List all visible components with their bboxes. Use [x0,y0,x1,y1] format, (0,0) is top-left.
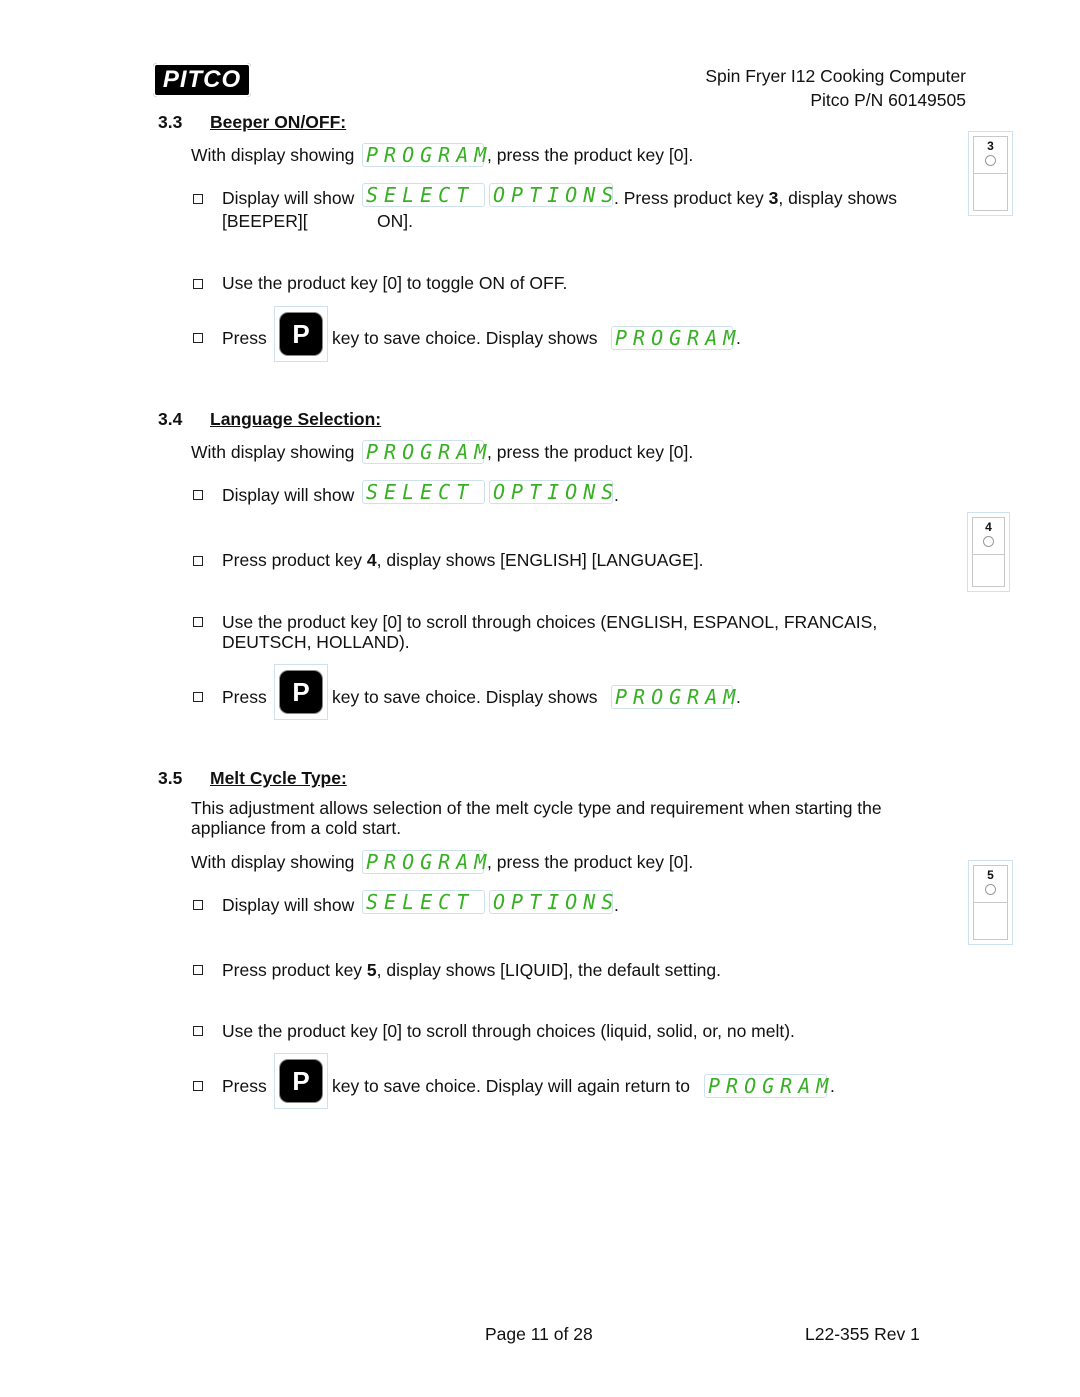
period: . [830,1076,835,1096]
beeper-value: ON]. [377,211,413,231]
lcd-display-select: SELECT [362,183,485,207]
product-key-card-5: 5 [968,860,1013,945]
section-number: 3.5 [158,768,183,788]
p-key-icon: P [280,671,322,713]
bullet-icon [193,333,203,343]
led-indicator-icon [983,536,994,547]
bullet-icon [193,617,203,627]
keycard-number: 3 [987,139,994,153]
keycard-number: 5 [987,868,994,882]
press-label: Press [222,687,267,707]
period: . [736,687,741,707]
period: . [614,895,619,915]
section-number: 3.4 [158,409,183,429]
document-revision: L22-355 Rev 1 [805,1324,920,1344]
beeper-label: [BEEPER][ [222,211,308,231]
product-key-number: 3 [768,188,779,208]
lcd-display-options: OPTIONS [489,890,613,914]
intro-suffix: , press the product key [0]. [487,442,694,462]
p-key-icon: P [280,313,322,355]
header-part-number: Pitco P/N 60149505 [810,90,966,110]
lcd-display-select: SELECT [362,480,485,504]
keycard-number: 4 [985,520,992,534]
lcd-display-program: PROGRAM [362,440,486,464]
press-label: Press [222,328,267,348]
bullet-text-continued: . Press product key 3, display shows [614,188,897,208]
bullet-text-line2: DEUTSCH, HOLLAND). [222,632,410,652]
p-key-button[interactable]: P [274,306,328,362]
led-indicator-icon [985,884,996,895]
lcd-display-program: PROGRAM [362,850,486,874]
bullet-text: Use the product key [0] to scroll throug… [222,612,878,632]
section-title: Language Selection: [210,409,382,429]
bullet-icon [193,490,203,500]
intro-text: With display showing [191,852,355,872]
product-key-card-3: 3 [968,131,1013,216]
bullet-icon [193,1081,203,1091]
bullet-text: Use the product key [0] to toggle ON of … [222,273,568,293]
bullet-icon [193,692,203,702]
description-text-line2: appliance from a cold start. [191,818,402,838]
led-indicator-icon [985,155,996,166]
lcd-display-program: PROGRAM [362,143,486,167]
bullet-text: Display will show [222,188,355,208]
bullet-icon [193,900,203,910]
lcd-display-options: OPTIONS [489,480,613,504]
product-key-card-4: 4 [967,512,1010,592]
intro-text: With display showing [191,442,355,462]
lcd-display-program: PROGRAM [611,326,735,350]
bullet-prefix-text: Press product key [222,960,367,980]
document-header: Spin Fryer I12 Cooking Computer Pitco P/… [705,64,966,112]
section-number: 3.3 [158,112,183,132]
bullet-icon [193,279,203,289]
bullet-suffix-text: , display shows [LIQUID], the default se… [376,960,721,980]
p-key-button[interactable]: P [274,664,328,720]
bullet-text: Display will show [222,485,355,505]
period: . [736,328,741,348]
section-title: Melt Cycle Type: [210,768,347,788]
product-key-number: 5 [366,960,377,980]
intro-suffix: , press the product key [0]. [487,145,694,165]
intro-text: With display showing [191,145,355,165]
press-label: Press [222,1076,267,1096]
lcd-display-options: OPTIONS [489,183,613,207]
press-suffix: key to save choice. Display will again r… [332,1076,690,1096]
press-suffix: key to save choice. Display shows [332,328,598,348]
bullet-suffix-text: , display shows [ENGLISH] [LANGUAGE]. [376,550,704,570]
bullet-text: Display will show [222,895,355,915]
lcd-display-program: PROGRAM [611,685,735,709]
bullet-icon [193,556,203,566]
bullet-icon [193,194,203,204]
p-key-icon: P [280,1060,322,1102]
bullet-text: Press product key 4, display shows [ENGL… [222,550,703,570]
section-title: Beeper ON/OFF: [210,112,347,132]
bullet-mid-text: . Press product key [614,188,769,208]
product-key-number: 4 [366,550,377,570]
bullet-icon [193,1026,203,1036]
description-text: This adjustment allows selection of the … [191,798,882,818]
pitco-logo: PITCO [153,63,251,97]
p-key-button[interactable]: P [274,1053,328,1109]
bullet-text: Use the product key [0] to scroll throug… [222,1021,795,1041]
bullet-prefix-text: Press product key [222,550,367,570]
press-suffix: key to save choice. Display shows [332,687,598,707]
header-title: Spin Fryer I12 Cooking Computer [705,66,966,86]
period: . [614,485,619,505]
bullet-icon [193,965,203,975]
logo-text: PITCO [162,66,242,93]
page-number: Page 11 of 28 [485,1324,593,1344]
intro-suffix: , press the product key [0]. [487,852,694,872]
lcd-display-program: PROGRAM [704,1074,828,1098]
lcd-display-select: SELECT [362,890,485,914]
bullet-suffix-text: , display shows [778,188,898,208]
bullet-text: Press product key 5, display shows [LIQU… [222,960,721,980]
